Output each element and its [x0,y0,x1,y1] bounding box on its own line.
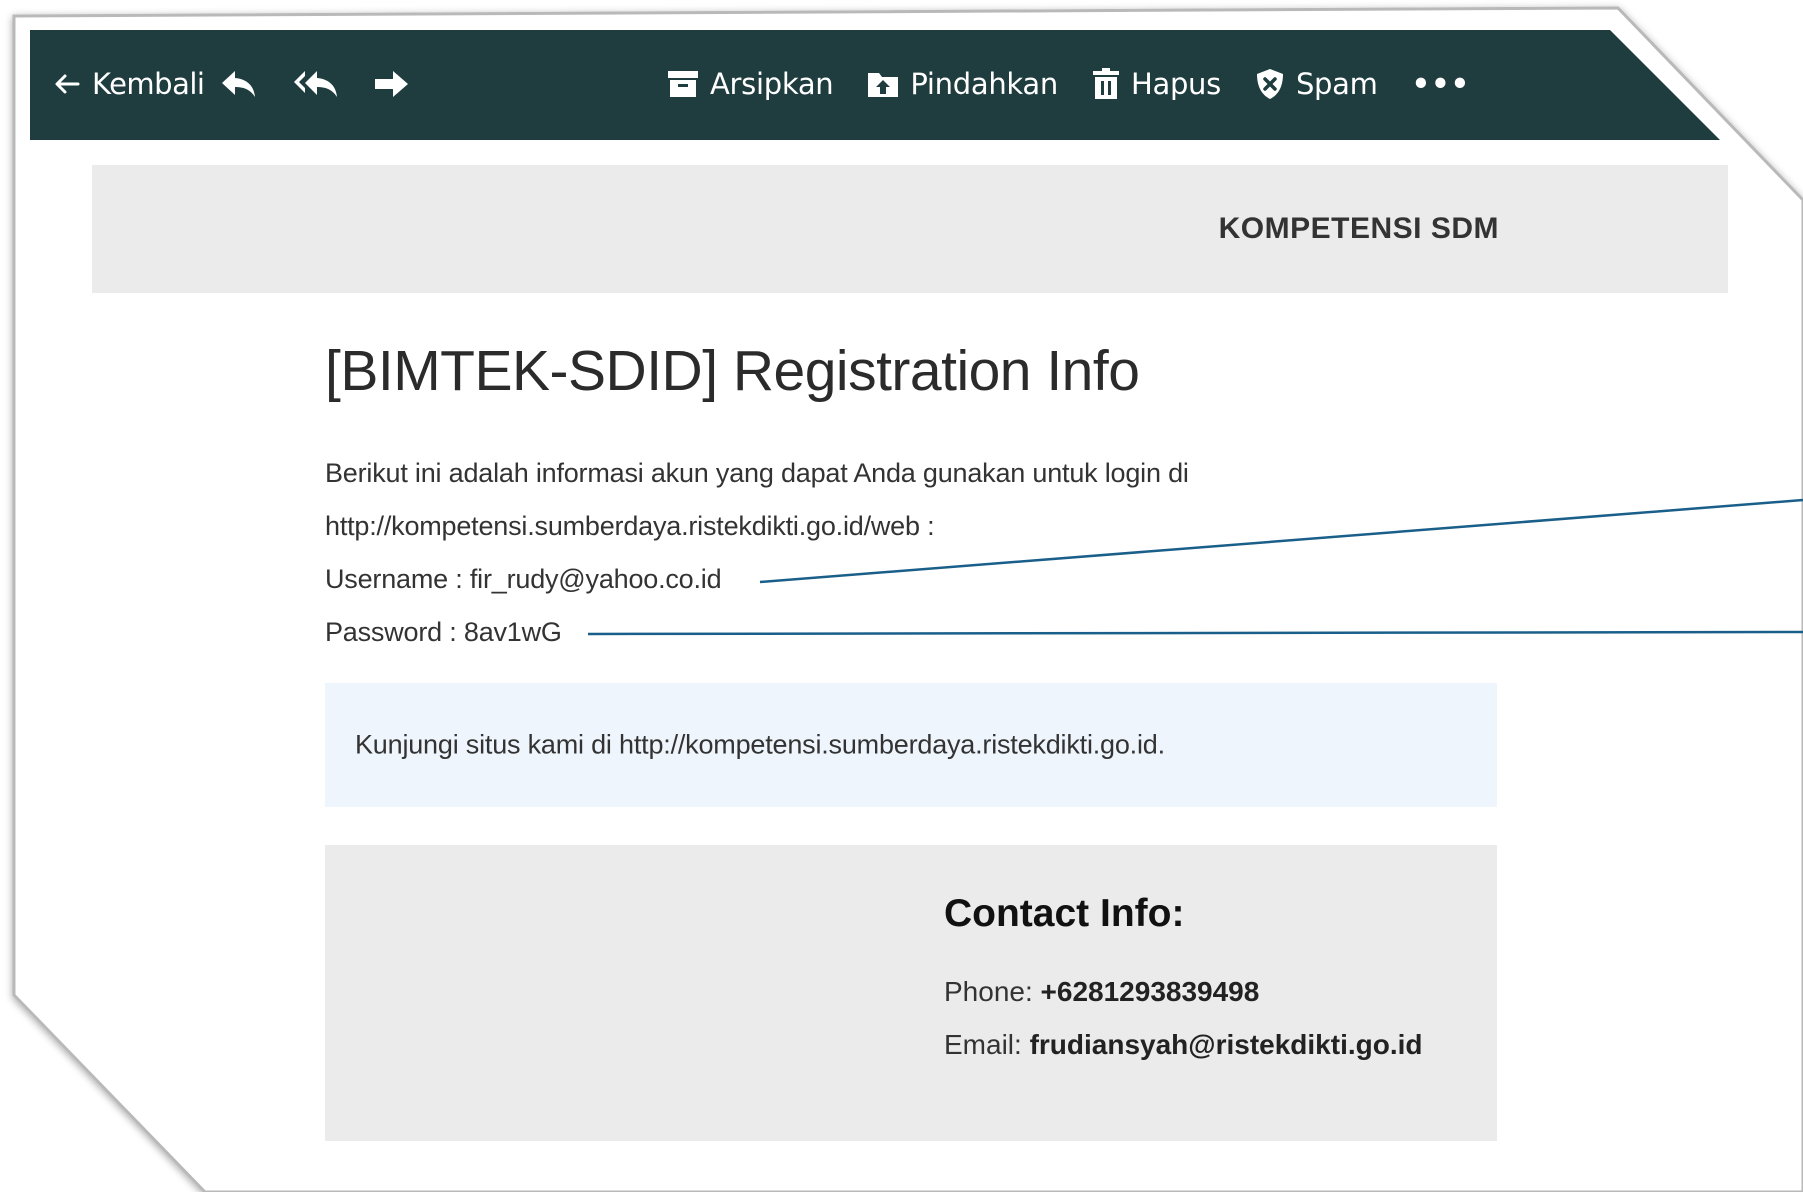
username-value[interactable]: fir_rudy@yahoo.co.id [470,564,722,594]
more-button[interactable]: ••• [1412,67,1471,101]
phone-value: +6281293839498 [1040,976,1260,1007]
archive-label: Arsipkan [710,67,834,101]
reply-all-icon [294,71,337,97]
spam-label: Spam [1295,67,1378,101]
delete-label: Hapus [1130,67,1221,101]
reply-icon [222,71,255,97]
forward-button[interactable] [373,69,409,99]
move-button[interactable]: Pindahkan [867,67,1058,101]
shield-icon [1256,69,1283,99]
email-value[interactable]: frudiansyah@ristekdikti.go.id [1030,1029,1423,1060]
reply-all-button[interactable] [293,69,339,99]
screenshot-canvas: Kembali Arsipkan Pindahkan Hapus Spam ••… [0,0,1803,1192]
move-label: Pindahkan [910,67,1058,101]
email-title: [BIMTEK-SDID] Registration Info [325,339,1140,403]
contact-email-line: Email: frudiansyah@ristekdikti.go.id [944,1029,1423,1061]
intro-line-1: Berikut ini adalah informasi akun yang d… [325,458,1189,488]
visit-notice: Kunjungi situs kami di http://kompetensi… [325,683,1497,807]
email-header-band: KOMPETENSI SDM [92,165,1728,293]
more-icon: ••• [1411,67,1471,101]
username-line: Username : fir_rudy@yahoo.co.id [325,564,722,595]
delete-button[interactable]: Hapus [1092,67,1221,101]
back-label: Kembali [92,67,205,101]
archive-icon [668,71,698,97]
username-label: Username : [325,564,463,594]
phone-label: Phone: [944,976,1033,1007]
trash-icon [1092,68,1119,99]
password-line: Password : 8av1wG [325,617,562,648]
contact-info-box: Contact Info: Phone: +6281293839498 Emai… [325,845,1497,1141]
visit-text: Kunjungi situs kami di http://kompetensi… [355,729,1165,760]
archive-button[interactable]: Arsipkan [667,67,834,101]
forward-icon [375,71,408,97]
message-toolbar: Kembali Arsipkan Pindahkan Hapus Spam ••… [30,28,1590,140]
move-folder-icon [868,73,899,97]
arrow-left-icon [55,74,80,94]
intro-line-2[interactable]: http://kompetensi.sumberdaya.ristekdikti… [325,511,935,542]
back-button[interactable]: Kembali [54,67,205,101]
reply-button[interactable] [221,69,257,99]
spam-button[interactable]: Spam [1255,67,1378,101]
brand-name: KOMPETENSI SDM [1218,212,1499,245]
contact-phone-line: Phone: +6281293839498 [944,976,1259,1008]
password-label: Password : [325,617,457,647]
email-label: Email: [944,1029,1022,1060]
password-value: 8av1wG [463,617,562,647]
contact-title: Contact Info: [944,892,1185,935]
